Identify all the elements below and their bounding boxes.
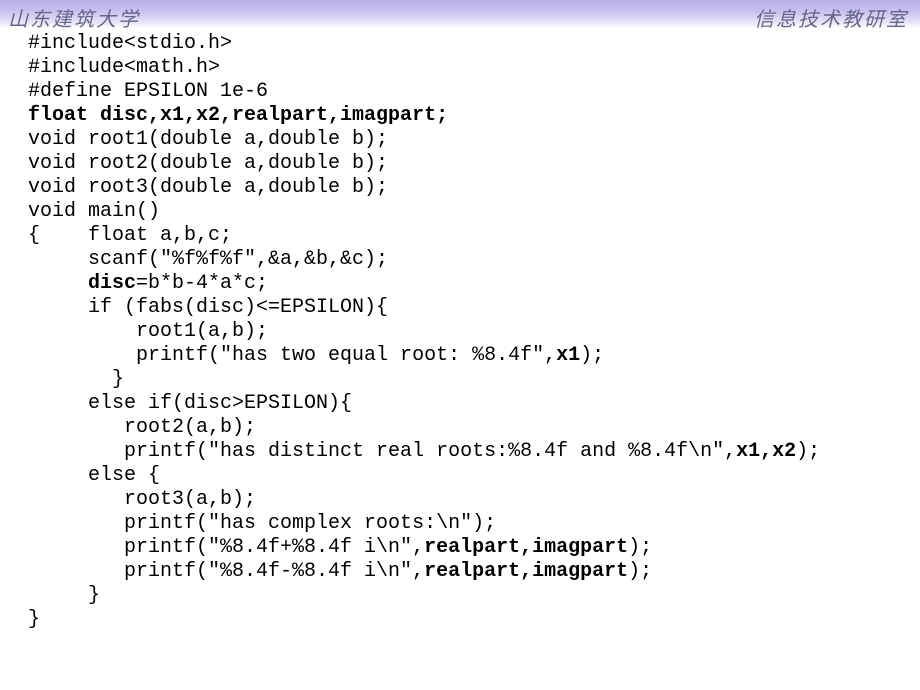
code-bold-part: x1	[556, 344, 580, 367]
code-line-bold: float disc,x1,x2,realpart,imagpart;	[28, 104, 448, 127]
code-line: #include<math.h>	[28, 56, 220, 79]
code-line-part: );	[628, 560, 652, 583]
code-line: if (fabs(disc)<=EPSILON){	[28, 296, 388, 319]
code-line-part: );	[580, 344, 604, 367]
code-line: }	[28, 368, 124, 391]
header-left-text: 山东建筑大学	[8, 3, 140, 32]
code-line-part: );	[796, 440, 820, 463]
code-line-part: printf("has two equal root: %8.4f",	[28, 344, 556, 367]
code-line: else if(disc>EPSILON){	[28, 392, 352, 415]
code-line: void root1(double a,double b);	[28, 128, 388, 151]
code-line: else {	[28, 464, 160, 487]
code-line: root3(a,b);	[28, 488, 256, 511]
code-line: }	[28, 608, 40, 631]
code-line-part: printf("has distinct real roots:%8.4f an…	[28, 440, 736, 463]
code-line-part: printf("%8.4f+%8.4f i\n",	[28, 536, 424, 559]
header-right-text: 信息技术教研室	[754, 3, 908, 32]
code-line: #include<stdio.h>	[28, 32, 232, 55]
code-line: scanf("%f%f%f",&a,&b,&c);	[28, 248, 388, 271]
code-bold-part: realpart,imagpart	[424, 560, 628, 583]
code-bold-part: realpart,imagpart	[424, 536, 628, 559]
code-line-part: printf("%8.4f-%8.4f i\n",	[28, 560, 424, 583]
code-line: void root2(double a,double b);	[28, 152, 388, 175]
slide-header: 山东建筑大学 信息技术教研室	[0, 0, 920, 28]
code-line: root2(a,b);	[28, 416, 256, 439]
code-line: printf("has complex roots:\n");	[28, 512, 496, 535]
code-line-part: );	[628, 536, 652, 559]
code-bold-part: disc	[88, 272, 136, 295]
code-line-part	[28, 272, 88, 295]
code-line: #define EPSILON 1e-6	[28, 80, 268, 103]
code-line-part: =b*b-4*a*c;	[136, 272, 268, 295]
code-line: void main()	[28, 200, 160, 223]
code-line: }	[28, 584, 100, 607]
code-line: { float a,b,c;	[28, 224, 232, 247]
code-block: #include<stdio.h> #include<math.h> #defi…	[0, 28, 920, 632]
code-bold-part: x1,x2	[736, 440, 796, 463]
code-line: void root3(double a,double b);	[28, 176, 388, 199]
code-line: root1(a,b);	[28, 320, 268, 343]
